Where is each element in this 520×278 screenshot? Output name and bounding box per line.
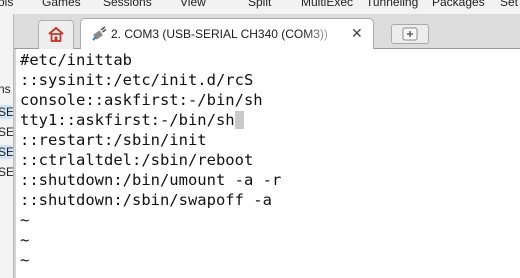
sidebar-item[interactable]: ns [0,82,11,96]
terminal-line: ::sysinit:/etc/init.d/rcS [20,71,254,89]
text-cursor [234,111,244,129]
session-tab-com3[interactable]: 2. COM3 (USB-SERIAL CH340 (COM3)) ✕ [80,18,374,50]
sessions-sidebar: ns SE SE SE SE [0,14,14,278]
terminal-line-text: tty1::askfirst:-/bin/sh [20,111,235,129]
terminal-line: ::shutdown:/sbin/swapoff -a [20,191,272,209]
terminal-line: ::restart:/sbin/init [20,131,207,149]
menu-item-split[interactable]: Split [248,0,271,9]
terminal-line: console::askfirst:-/bin/sh [20,91,263,109]
sidebar-item[interactable]: SE [0,105,14,119]
sidebar-item[interactable]: SE [0,125,14,139]
terminal-line: ::shutdown:/bin/umount -a -r [20,171,282,189]
sidebar-divider [13,14,14,278]
home-icon [48,26,64,42]
tab-label-fade [303,19,353,50]
close-tab-icon[interactable]: ✕ [351,25,363,42]
tab-strip: 2. COM3 (USB-SERIAL CH340 (COM3)) ✕ [14,14,520,50]
menu-bar: ols Games Sessions View Split MultiExec … [0,0,520,14]
menu-item-tunneling[interactable]: Tunneling [366,0,418,9]
sidebar-item[interactable]: SE [0,165,14,179]
terminal-view[interactable]: #etc/inittab ::sysinit:/etc/init.d/rcS c… [16,49,520,278]
terminal-line-cursor: tty1::askfirst:-/bin/sh [20,110,244,130]
terminal-line: ::ctrlaltdel:/sbin/reboot [20,151,254,169]
plug-icon [92,26,107,41]
menu-item-view[interactable]: View [180,0,206,9]
sidebar-item[interactable]: SE [0,145,14,159]
terminal-line: #etc/inittab [20,51,132,69]
menu-item-games[interactable]: Games [42,0,81,9]
session-tab-label: 2. COM3 (USB-SERIAL CH340 (COM3)) [111,27,328,41]
terminal-tilde-line: ~ [20,251,30,269]
menu-item-multiexec[interactable]: MultiExec [301,0,353,9]
menu-item-settings[interactable]: Set [500,0,518,9]
menu-item-tools[interactable]: ols [0,0,13,9]
menu-item-sessions[interactable]: Sessions [103,0,152,9]
plus-icon [402,27,418,41]
new-tab-button[interactable] [391,24,429,44]
home-tab[interactable] [38,20,74,49]
terminal-tilde-line: ~ [20,211,30,229]
menu-item-packages[interactable]: Packages [432,0,485,9]
terminal-tilde-line: ~ [20,231,30,249]
